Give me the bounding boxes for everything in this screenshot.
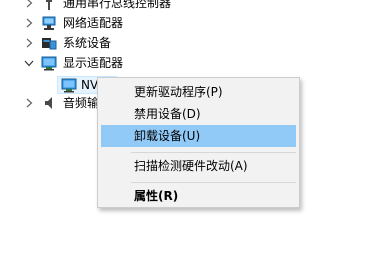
menu-separator — [131, 152, 296, 153]
context-menu: 更新驱动程序(P) 禁用设备(D) 卸载设备(U) 扫描检测硬件改动(A) 属性… — [97, 77, 300, 208]
chevron-right-icon[interactable] — [24, 0, 34, 13]
display-adapter-icon — [41, 55, 57, 71]
chevron-right-icon[interactable] — [24, 33, 34, 53]
chevron-right-icon[interactable] — [24, 13, 34, 33]
usb-plug-icon — [41, 0, 57, 11]
tree-item-display-adapters[interactable]: 显示适配器 — [0, 53, 260, 73]
tree-item-label: 网络适配器 — [63, 16, 124, 30]
chevron-down-icon[interactable] — [24, 53, 34, 73]
display-adapter-icon — [61, 77, 77, 93]
menu-separator — [131, 182, 296, 183]
menu-item-scan-hardware-changes[interactable]: 扫描检测硬件改动(A) — [101, 155, 296, 177]
menu-item-disable-device[interactable]: 禁用设备(D) — [101, 103, 296, 125]
tree-item-label: 系统设备 — [63, 36, 112, 50]
menu-item-properties[interactable]: 属性(R) — [101, 185, 296, 207]
tree-item-usb-controllers[interactable]: 通用串行总线控制器 — [0, 0, 260, 13]
speaker-icon — [41, 95, 57, 111]
system-device-icon — [41, 35, 57, 51]
tree-item-label: 音频输 — [63, 96, 100, 110]
tree-item-label: 通用串行总线控制器 — [63, 0, 172, 10]
tree-item-label: 显示适配器 — [63, 56, 124, 70]
menu-item-uninstall-device[interactable]: 卸载设备(U) — [101, 125, 296, 147]
device-manager-window: 通用串行总线控制器 网络适配器 系统设备 显示适配器 NV 音频输 更新驱动程序… — [0, 0, 380, 254]
chevron-right-icon[interactable] — [24, 93, 34, 113]
tree-item-label: NV — [81, 78, 99, 92]
network-adapter-icon — [41, 15, 57, 31]
tree-item-system-devices[interactable]: 系统设备 — [0, 33, 260, 53]
menu-item-update-driver[interactable]: 更新驱动程序(P) — [101, 81, 296, 103]
tree-item-network-adapters[interactable]: 网络适配器 — [0, 13, 260, 33]
